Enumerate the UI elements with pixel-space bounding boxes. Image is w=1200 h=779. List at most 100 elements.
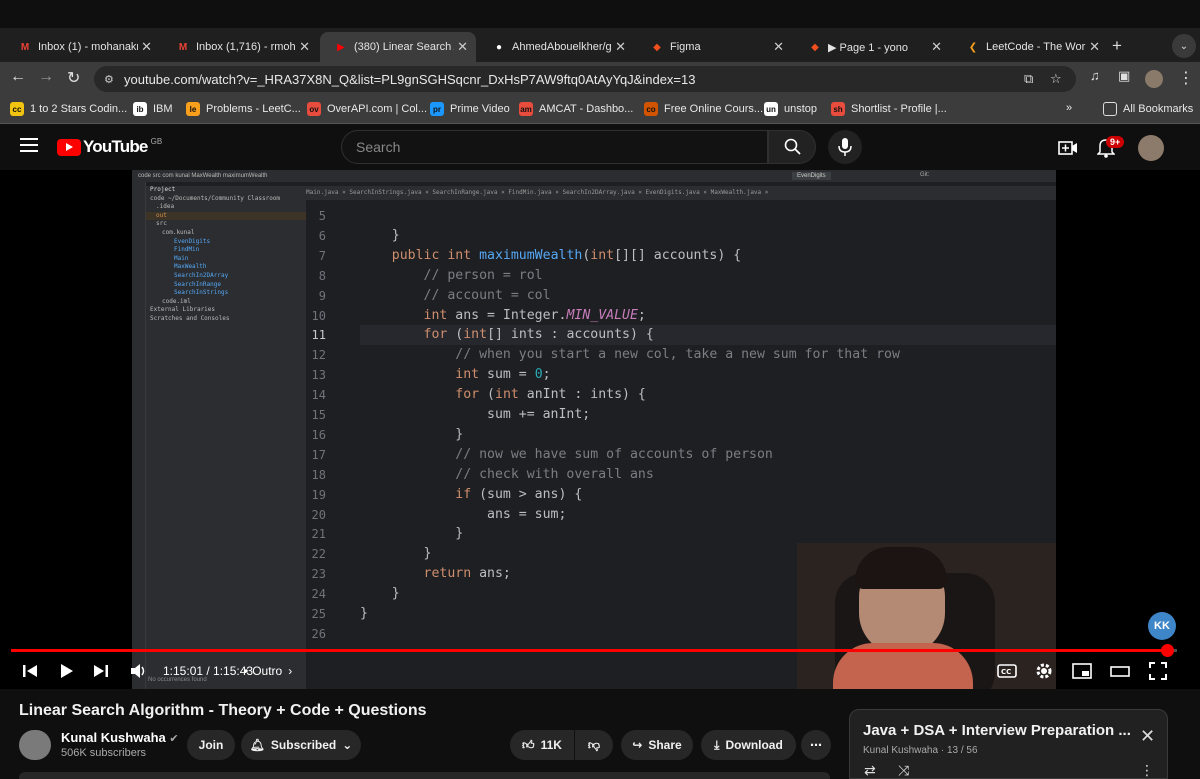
chrome-menu-icon[interactable]: ⋮ <box>1178 68 1194 88</box>
profile-avatar[interactable] <box>1145 70 1163 88</box>
subscribed-button[interactable]: 🔔︎ Subscribed ⌄ <box>241 730 361 760</box>
code-token: // now we have sum of accounts of person <box>360 446 773 462</box>
like-button[interactable]: 👍︎ 11K <box>510 730 574 760</box>
more-actions-button[interactable]: ⋯ <box>801 730 831 760</box>
browser-tab[interactable]: ▶ (380) Linear Search A ✕ <box>320 32 476 62</box>
bookmark-label: Free Online Cours... <box>664 103 764 115</box>
captions-button[interactable]: CC <box>997 660 1017 682</box>
chapter-button[interactable]: • Outro › <box>244 660 292 682</box>
dislike-button[interactable]: 👎︎ <box>575 730 613 760</box>
browser-tab[interactable]: M Inbox (1) - mohanakris ✕ <box>4 32 160 62</box>
browser-tab[interactable]: ◆ ▶ Page 1 - yono ✕ <box>794 32 950 62</box>
svg-text:CC: CC <box>1001 668 1011 676</box>
code-line: int ans = Integer.MIN_VALUE; <box>360 306 1056 326</box>
reload-icon[interactable]: ↻ <box>67 68 80 88</box>
search-input[interactable]: Search <box>341 130 768 164</box>
tab-search-icon[interactable]: ⌄ <box>1172 34 1196 58</box>
seek-bar[interactable] <box>11 644 1177 657</box>
code-line: // check with overall ans <box>360 465 1056 485</box>
bookmark-star-icon[interactable]: ☆ <box>1050 71 1062 87</box>
close-playlist-icon[interactable]: ✕ <box>1140 726 1155 747</box>
line-number: 8 <box>318 268 326 283</box>
create-video-icon[interactable] <box>1058 140 1078 156</box>
volume-button[interactable] <box>130 660 148 682</box>
line-number: 7 <box>318 248 326 263</box>
close-tab-icon[interactable]: ✕ <box>141 39 152 55</box>
tab-title: (380) Linear Search A <box>354 41 454 53</box>
bookmark-item[interactable]: un unstop <box>764 102 817 116</box>
code-line: // now we have sum of accounts of person <box>360 445 1056 465</box>
close-tab-icon[interactable]: ✕ <box>773 39 784 55</box>
site-info-icon[interactable]: ⚙ <box>104 73 114 86</box>
code-token: [] ints : accounts) { <box>487 327 654 343</box>
thumbs-up-icon: 👍︎ <box>522 737 535 752</box>
line-number: 21 <box>311 527 326 542</box>
bookmark-item[interactable]: sh Shortlist - Profile |... <box>831 102 947 116</box>
thumbs-down-icon: 👎︎ <box>587 737 601 752</box>
browser-tab[interactable]: ◆ Figma ✕ <box>636 32 792 62</box>
project-tree-item: EvenDigits <box>174 237 211 245</box>
line-number: 18 <box>311 467 326 482</box>
voice-search-button[interactable] <box>828 130 862 164</box>
bookmark-item[interactable]: le Problems - LeetC... <box>186 102 301 116</box>
close-tab-icon[interactable]: ✕ <box>299 39 310 55</box>
share-button[interactable]: ↪ Share <box>621 730 693 760</box>
browser-tab[interactable]: M Inbox (1,716) - rmohan✕ <box>162 32 318 62</box>
play-button[interactable] <box>59 660 75 682</box>
microphone-icon <box>838 138 852 156</box>
ide-editor-tabs: Main.java × SearchInStrings.java × Searc… <box>306 186 1056 200</box>
youtube-header: YouTube GB Search 9+ <box>0 124 1200 170</box>
omnibox[interactable]: ⚙ youtube.com/watch?v=_HRA37X8N_Q&list=P… <box>94 66 1076 92</box>
menu-icon[interactable] <box>20 138 38 156</box>
bookmark-item[interactable]: ov OverAPI.com | Col... <box>307 102 427 116</box>
previous-button[interactable] <box>22 660 38 682</box>
tab-title: Inbox (1,716) - rmohan <box>196 41 296 53</box>
browser-tab[interactable]: ❮ LeetCode - The World ✕ <box>952 32 1108 62</box>
forward-icon[interactable]: → <box>38 68 54 86</box>
playlist-menu-icon[interactable]: ⋮ <box>1140 762 1154 779</box>
browser-tab[interactable]: ● AhmedAbouelkher/gro ✕ <box>478 32 634 62</box>
download-button[interactable]: ⤓ Download <box>701 730 796 760</box>
bookmarks-bar: » All Bookmarks cc 1 to 2 Stars Codin... i… <box>0 96 1200 124</box>
code-token: } <box>360 606 368 621</box>
cast-icon[interactable]: ⧉ <box>1024 71 1033 87</box>
share-icon: ↪ <box>632 738 643 752</box>
bookmark-label: unstop <box>784 103 818 115</box>
all-bookmarks[interactable]: All Bookmarks <box>1103 102 1193 116</box>
bookmark-item[interactable]: co Free Online Cours... <box>644 102 763 116</box>
miniplayer-button[interactable] <box>1072 660 1092 682</box>
new-tab-button[interactable]: + <box>1112 36 1122 56</box>
channel-name[interactable]: Kunal Kushwaha ✔ <box>61 730 179 745</box>
tab-title: LeetCode - The World <box>986 41 1086 53</box>
fullscreen-button[interactable] <box>1149 660 1167 682</box>
bookmark-item[interactable]: pr Prime Video <box>430 102 510 116</box>
bookmarks-overflow-icon[interactable]: » <box>1066 102 1072 114</box>
seek-bar-handle[interactable] <box>1160 644 1174 657</box>
search-icon <box>784 138 801 155</box>
back-icon[interactable]: ← <box>10 68 26 86</box>
playlist-title[interactable]: Java + DSA + Interview Preparation ... <box>863 722 1131 739</box>
media-icon[interactable]: ♫ <box>1090 68 1100 83</box>
playlist-meta: Kunal Kushwaha · 13 / 56 <box>863 745 978 756</box>
bookmark-item[interactable]: ib IBM <box>133 102 173 116</box>
next-button[interactable] <box>93 660 109 682</box>
side-panel-icon[interactable]: ▣ <box>1118 68 1130 84</box>
bookmark-item[interactable]: am AMCAT - Dashbo... <box>519 102 633 116</box>
channel-avatar[interactable] <box>19 730 51 760</box>
bookmark-item[interactable]: cc 1 to 2 Stars Codin... <box>10 102 127 116</box>
youtube-logo[interactable]: YouTube GB <box>57 137 162 157</box>
settings-button[interactable] <box>1034 660 1054 682</box>
close-tab-icon[interactable]: ✕ <box>1089 39 1100 55</box>
theater-mode-button[interactable] <box>1110 660 1130 682</box>
youtube-icon: ▶ <box>337 41 345 53</box>
search-button[interactable] <box>768 130 816 164</box>
account-avatar[interactable] <box>1138 135 1164 161</box>
shuffle-icon[interactable]: ⤨ <box>898 762 909 779</box>
close-tab-icon[interactable]: ✕ <box>931 39 942 55</box>
loop-icon[interactable]: ⇄ <box>864 762 876 779</box>
join-button[interactable]: Join <box>187 730 235 760</box>
channel-watermark[interactable]: KK <box>1148 612 1176 640</box>
close-tab-icon[interactable]: ✕ <box>457 39 468 55</box>
close-tab-icon[interactable]: ✕ <box>615 39 626 55</box>
code-token: for <box>360 387 488 403</box>
